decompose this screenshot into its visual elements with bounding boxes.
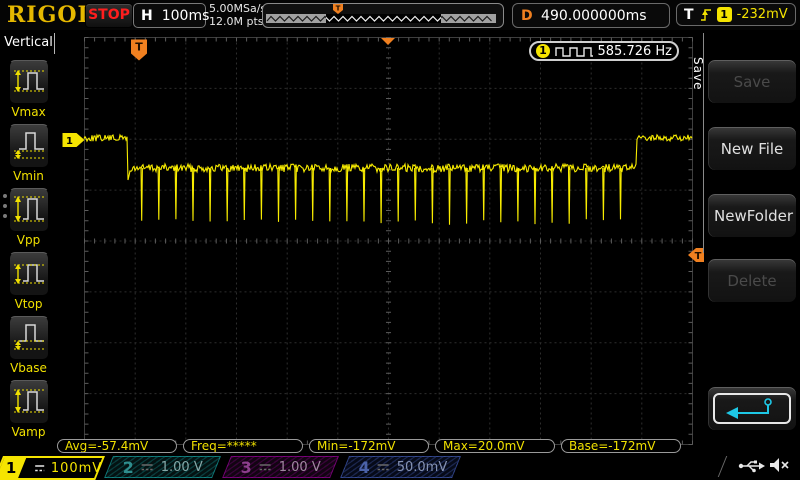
top-status-bar: RIGOL STOP H 100ms 5.00MSa/s 12.0M pts T…	[0, 0, 800, 30]
trigger-delay-box: D 490.000000ms	[512, 3, 670, 28]
trigger-status-box: T 1 -232mV	[676, 3, 796, 26]
save-button[interactable]: Save	[707, 59, 797, 104]
vpp-button[interactable]	[8, 188, 49, 232]
vmax-icon	[13, 70, 44, 92]
acquisition-info: 5.00MSa/s 12.0M pts	[209, 2, 266, 28]
vamp-label: Vamp	[11, 425, 46, 439]
channel3-scale: 1.00 V	[278, 459, 321, 475]
channel4-number: 4	[358, 457, 370, 477]
measurement-max: Max=20.0mV	[435, 439, 555, 453]
svg-text:T: T	[336, 5, 341, 13]
frequency-counter-badge: 1 585.726 Hz	[529, 41, 679, 61]
rising-edge-trigger-icon	[700, 9, 711, 21]
h-label: H	[141, 7, 153, 24]
measurement-avg: Avg=-57.4mV	[57, 439, 177, 453]
return-arrow-icon	[726, 397, 772, 419]
usb-icon	[738, 460, 765, 473]
right-menu-separator	[703, 33, 704, 253]
vamp-button[interactable]	[8, 380, 49, 424]
speaker-muted-icon	[770, 458, 789, 472]
vpp-label: Vpp	[16, 233, 41, 247]
menu-page-dot	[3, 194, 7, 198]
measurement-results-bar: Avg=-57.4mV Freq=***** Min=-172mV Max=20…	[57, 439, 681, 454]
trigger-delay-value: 490.000000ms	[541, 7, 647, 24]
vmin-label: Vmin	[13, 169, 44, 183]
dc-coupling-icon	[141, 463, 153, 470]
channel2-number: 2	[122, 457, 134, 477]
channel1-zero-marker: 1	[62, 133, 85, 147]
vmin-icon	[13, 132, 44, 159]
vamp-icon	[13, 389, 44, 413]
d-label: D	[521, 7, 533, 24]
vmin-button[interactable]	[8, 124, 49, 168]
left-menu-tab-line	[54, 33, 55, 54]
menu-item-vmax: Vmax	[0, 60, 57, 119]
channel4-tab[interactable]: 4 50.0mV	[340, 456, 461, 478]
vmax-label: Vmax	[11, 105, 46, 119]
sample-rate: 5.00MSa/s	[209, 2, 267, 15]
delete-button[interactable]: Delete	[707, 258, 797, 303]
horizontal-timebase-box: H 100ms	[133, 3, 209, 28]
channel3-number: 3	[240, 457, 252, 477]
measurement-min: Min=-172mV	[309, 439, 429, 453]
vertical-measure-menu: Vertical Vmax Vmin Vpp Vtop Vbase Vamp	[0, 30, 57, 455]
measurement-base: Base=-172mV	[561, 439, 681, 453]
vpp-icon	[13, 196, 44, 222]
counter-frequency-value: 585.726 Hz	[597, 43, 673, 59]
dc-coupling-icon	[377, 463, 389, 470]
save-menu: Save Save New File NewFolder Delete	[691, 30, 800, 455]
new-folder-button[interactable]: NewFolder	[707, 193, 797, 238]
channel-status-bar: 1 100mV 2 1.00 V 3 1.00 V 4 50.0mV	[0, 455, 800, 480]
channel1-scale: 100mV	[50, 460, 103, 476]
memory-trigger-marker: T	[333, 4, 343, 14]
channel1-tab[interactable]: 1 100mV	[0, 456, 106, 480]
menu-title: Vertical	[4, 35, 53, 50]
channel2-scale: 1.00 V	[160, 459, 203, 475]
memory-position-bar[interactable]: T	[262, 3, 504, 28]
trigger-position-marker: T	[131, 39, 147, 61]
back-button[interactable]	[707, 386, 797, 431]
channel2-tab[interactable]: 2 1.00 V	[104, 456, 221, 478]
vbase-label: Vbase	[10, 361, 47, 375]
vtop-button[interactable]	[8, 252, 49, 296]
vbase-button[interactable]	[8, 316, 49, 360]
memory-waveform-preview: T	[266, 4, 496, 23]
measurement-freq: Freq=*****	[183, 439, 303, 453]
svg-text:T: T	[695, 251, 702, 262]
square-wave-icon	[555, 46, 593, 57]
rigol-logo: RIGOL	[7, 2, 94, 28]
new-file-button[interactable]: New File	[707, 126, 797, 171]
menu-item-vamp: Vamp	[0, 380, 57, 439]
menu-item-vbase: Vbase	[0, 316, 57, 375]
svg-text:T: T	[135, 41, 143, 54]
trigger-source-badge: 1	[716, 7, 732, 22]
svg-text:1: 1	[66, 136, 73, 147]
memory-center-marker	[381, 38, 395, 45]
vbase-icon	[13, 324, 44, 350]
channel4-scale: 50.0mV	[396, 459, 448, 475]
menu-page-dot	[3, 214, 7, 218]
oscilloscope-screen: { "brand": {"logo": "RIGOL"}, "top_bar":…	[0, 0, 800, 480]
dc-coupling-icon	[259, 463, 271, 470]
run-stop-status[interactable]: STOP	[85, 3, 133, 28]
vtop-icon	[13, 264, 44, 284]
vmax-button[interactable]	[8, 60, 49, 104]
t-label: T	[684, 6, 694, 23]
menu-item-vmin: Vmin	[0, 124, 57, 183]
memory-depth: 12.0M pts	[209, 15, 264, 28]
channel3-tab[interactable]: 3 1.00 V	[222, 456, 339, 478]
graticule-ticks	[84, 37, 693, 445]
vtop-label: Vtop	[14, 297, 43, 311]
menu-item-vtop: Vtop	[0, 252, 57, 311]
menu-page-dot	[3, 204, 7, 208]
timebase-value: 100ms	[161, 7, 210, 24]
dc-coupling-icon	[35, 464, 44, 471]
trigger-level-value: -232mV	[736, 7, 788, 22]
menu-item-vpp: Vpp	[0, 188, 57, 247]
counter-channel-badge: 1	[536, 44, 550, 58]
trigger-level-marker: T	[688, 248, 704, 262]
waveform-display: 1 T T	[62, 37, 704, 445]
